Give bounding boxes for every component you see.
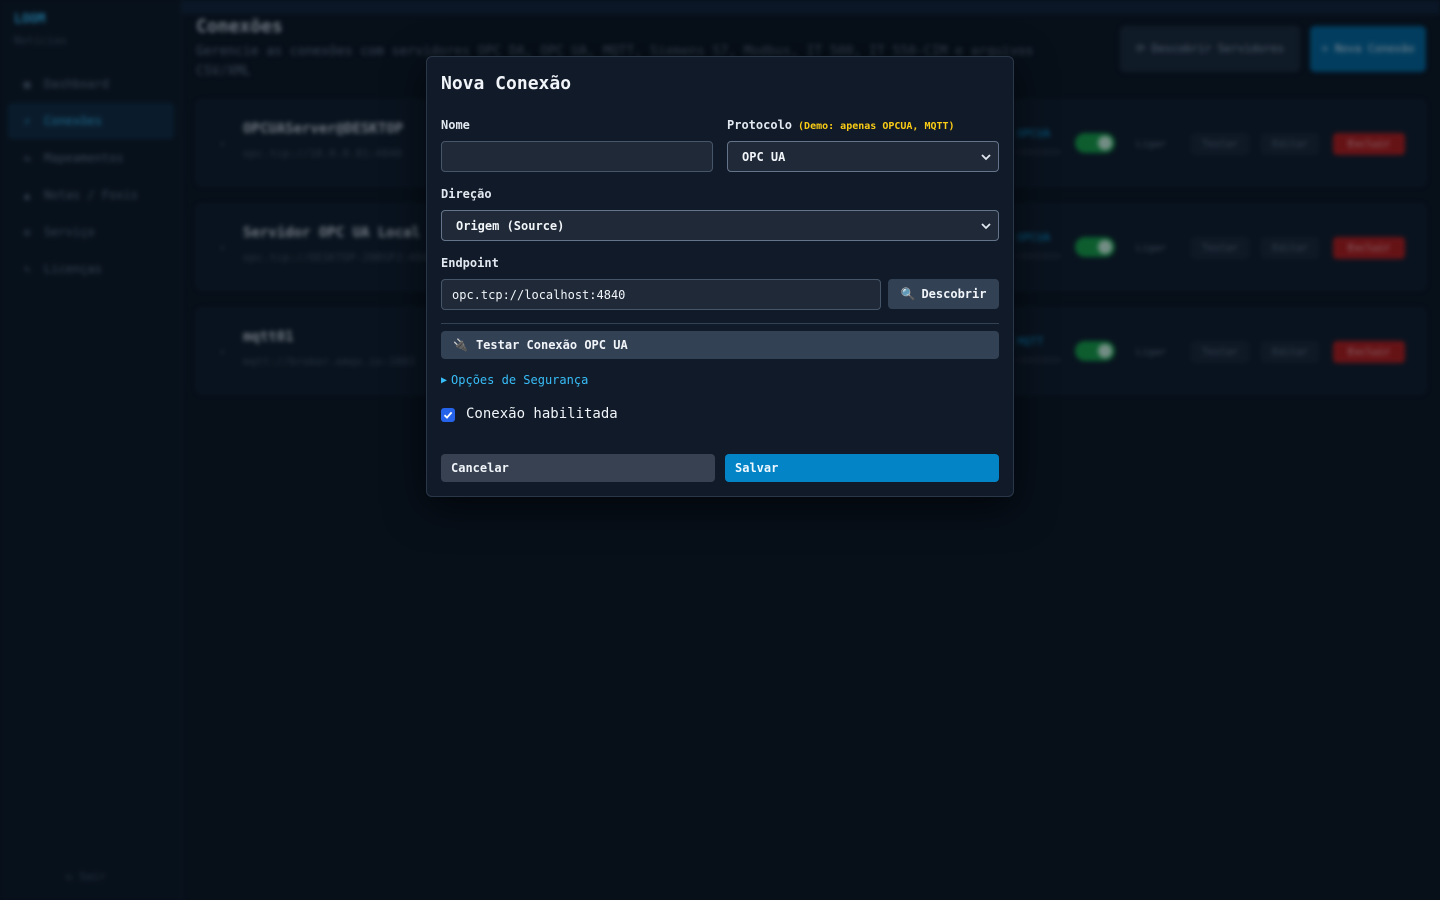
name-label: Nome: [441, 118, 470, 132]
security-options-toggle[interactable]: ▶ Opções de Segurança: [441, 373, 588, 387]
chevron-down-icon: [981, 154, 991, 161]
enabled-checkbox-label[interactable]: Conexão habilitada: [466, 406, 618, 422]
cancel-button[interactable]: Cancelar: [441, 454, 715, 482]
endpoint-input[interactable]: [441, 279, 881, 310]
disclosure-triangle-icon: ▶: [441, 374, 448, 386]
discover-button[interactable]: 🔍 Descobrir: [888, 279, 999, 309]
dialog-title: Nova Conexão: [441, 73, 572, 94]
protocol-select[interactable]: OPC UA: [727, 141, 999, 172]
protocol-label: Protocolo: [727, 118, 793, 132]
plug-icon: 🔌: [453, 338, 468, 352]
test-connection-button[interactable]: 🔌 Testar Conexão OPC UA: [441, 331, 999, 359]
discover-button-label: Descobrir: [921, 287, 987, 301]
direction-label: Direção: [441, 187, 492, 201]
endpoint-label: Endpoint: [441, 256, 499, 270]
protocol-label-group: Protocolo (Demo: apenas OPCUA, MQTT): [727, 118, 955, 132]
direction-select[interactable]: Origem (Source): [441, 210, 999, 241]
protocol-demo-note: (Demo: apenas OPCUA, MQTT): [798, 121, 955, 132]
name-input[interactable]: [441, 141, 713, 172]
divider: [441, 323, 999, 324]
checkmark-icon: [443, 411, 453, 419]
save-button[interactable]: Salvar: [725, 454, 999, 482]
protocol-selected-value: OPC UA: [742, 149, 786, 164]
search-icon: 🔍: [900, 287, 916, 301]
direction-selected-value: Origem (Source): [456, 218, 565, 233]
security-options-label: Opções de Segurança: [451, 373, 589, 387]
chevron-down-icon: [981, 223, 991, 230]
test-connection-label: Testar Conexão OPC UA: [475, 338, 628, 352]
enabled-checkbox[interactable]: [441, 408, 455, 422]
new-connection-dialog: Nova Conexão Nome Protocolo (Demo: apenas…: [426, 56, 1014, 497]
